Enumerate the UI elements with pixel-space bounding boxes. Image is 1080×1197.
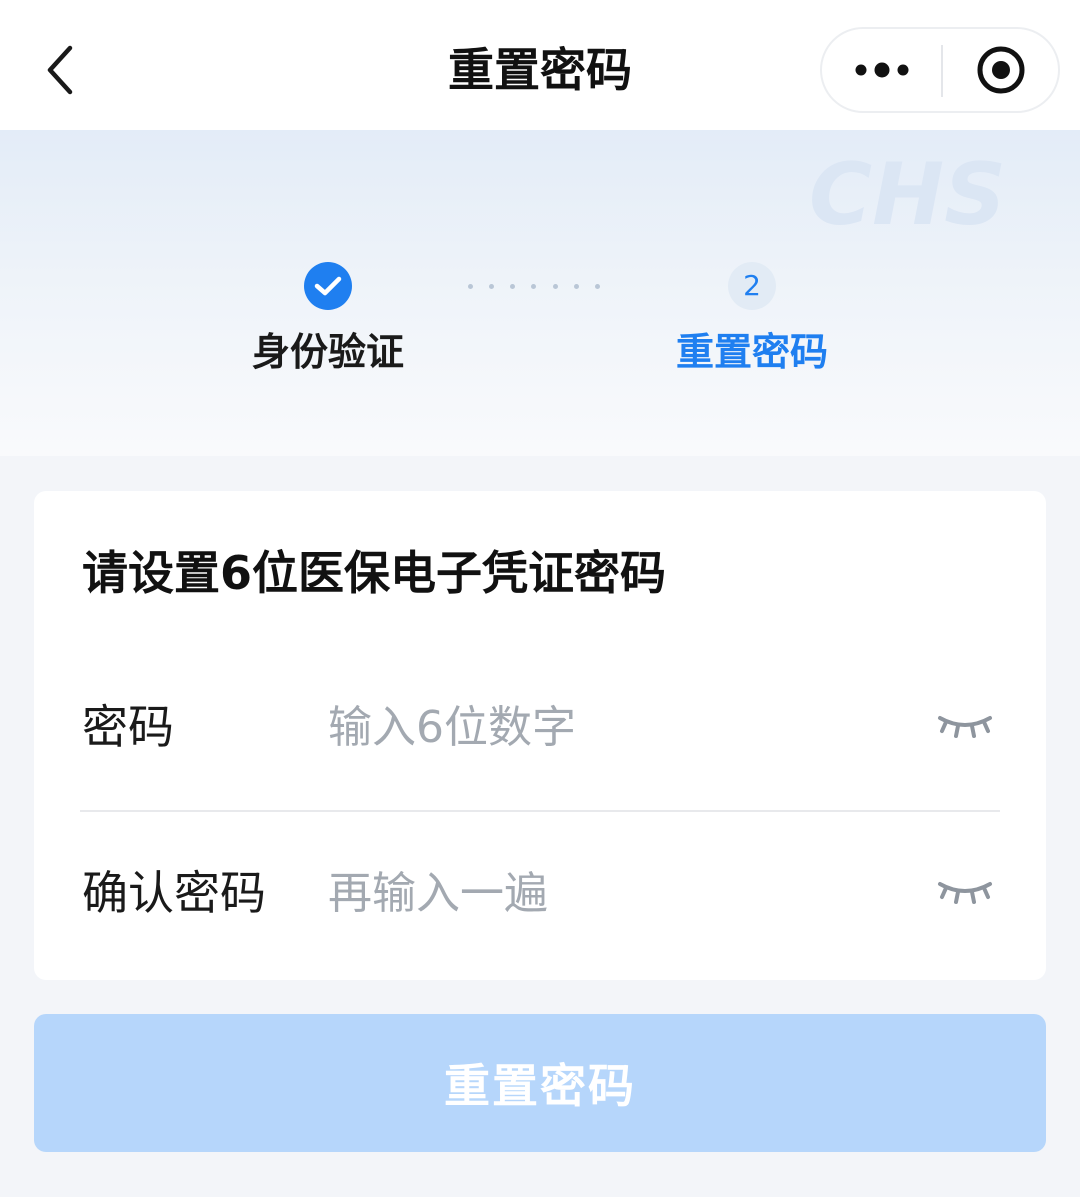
step-2-number: 2 xyxy=(728,262,776,310)
step-1-label: 身份验证 xyxy=(251,330,404,374)
nav-bar: 重置密码 xyxy=(0,0,1080,130)
password-row: 密码 xyxy=(82,667,1000,787)
svg-text:CHS: CHS xyxy=(809,150,1006,235)
password-input[interactable] xyxy=(328,691,888,763)
password-form-card: 请设置6位医保电子凭证密码 密码 确认密码 xyxy=(34,491,1046,980)
reset-password-button[interactable]: 重置密码 xyxy=(34,1014,1046,1152)
check-circle-icon xyxy=(304,262,352,310)
back-button[interactable] xyxy=(30,35,90,105)
mini-program-capsule xyxy=(820,27,1060,113)
close-button[interactable] xyxy=(942,29,1060,111)
confirm-password-row: 确认密码 xyxy=(82,833,1000,953)
confirm-password-visibility-toggle[interactable] xyxy=(932,871,998,915)
confirm-password-input[interactable] xyxy=(328,857,888,929)
form-title: 请设置6位医保电子凭证密码 xyxy=(82,546,667,600)
step-2-label: 重置密码 xyxy=(675,330,828,374)
steps-banner: CHS 身份验证 2 重置密码 xyxy=(0,130,1080,456)
target-circle-icon xyxy=(977,46,1025,94)
confirm-password-label: 确认密码 xyxy=(82,866,266,920)
more-button[interactable] xyxy=(822,29,942,111)
password-visibility-toggle[interactable] xyxy=(932,705,998,749)
step-connector xyxy=(468,282,600,290)
field-divider xyxy=(80,810,1000,812)
more-dots-icon xyxy=(855,62,909,78)
eye-closed-icon xyxy=(938,716,992,738)
chevron-left-icon xyxy=(47,45,73,95)
eye-closed-icon xyxy=(938,882,992,904)
chs-logo-watermark: CHS xyxy=(809,150,1006,235)
password-label: 密码 xyxy=(82,700,174,754)
